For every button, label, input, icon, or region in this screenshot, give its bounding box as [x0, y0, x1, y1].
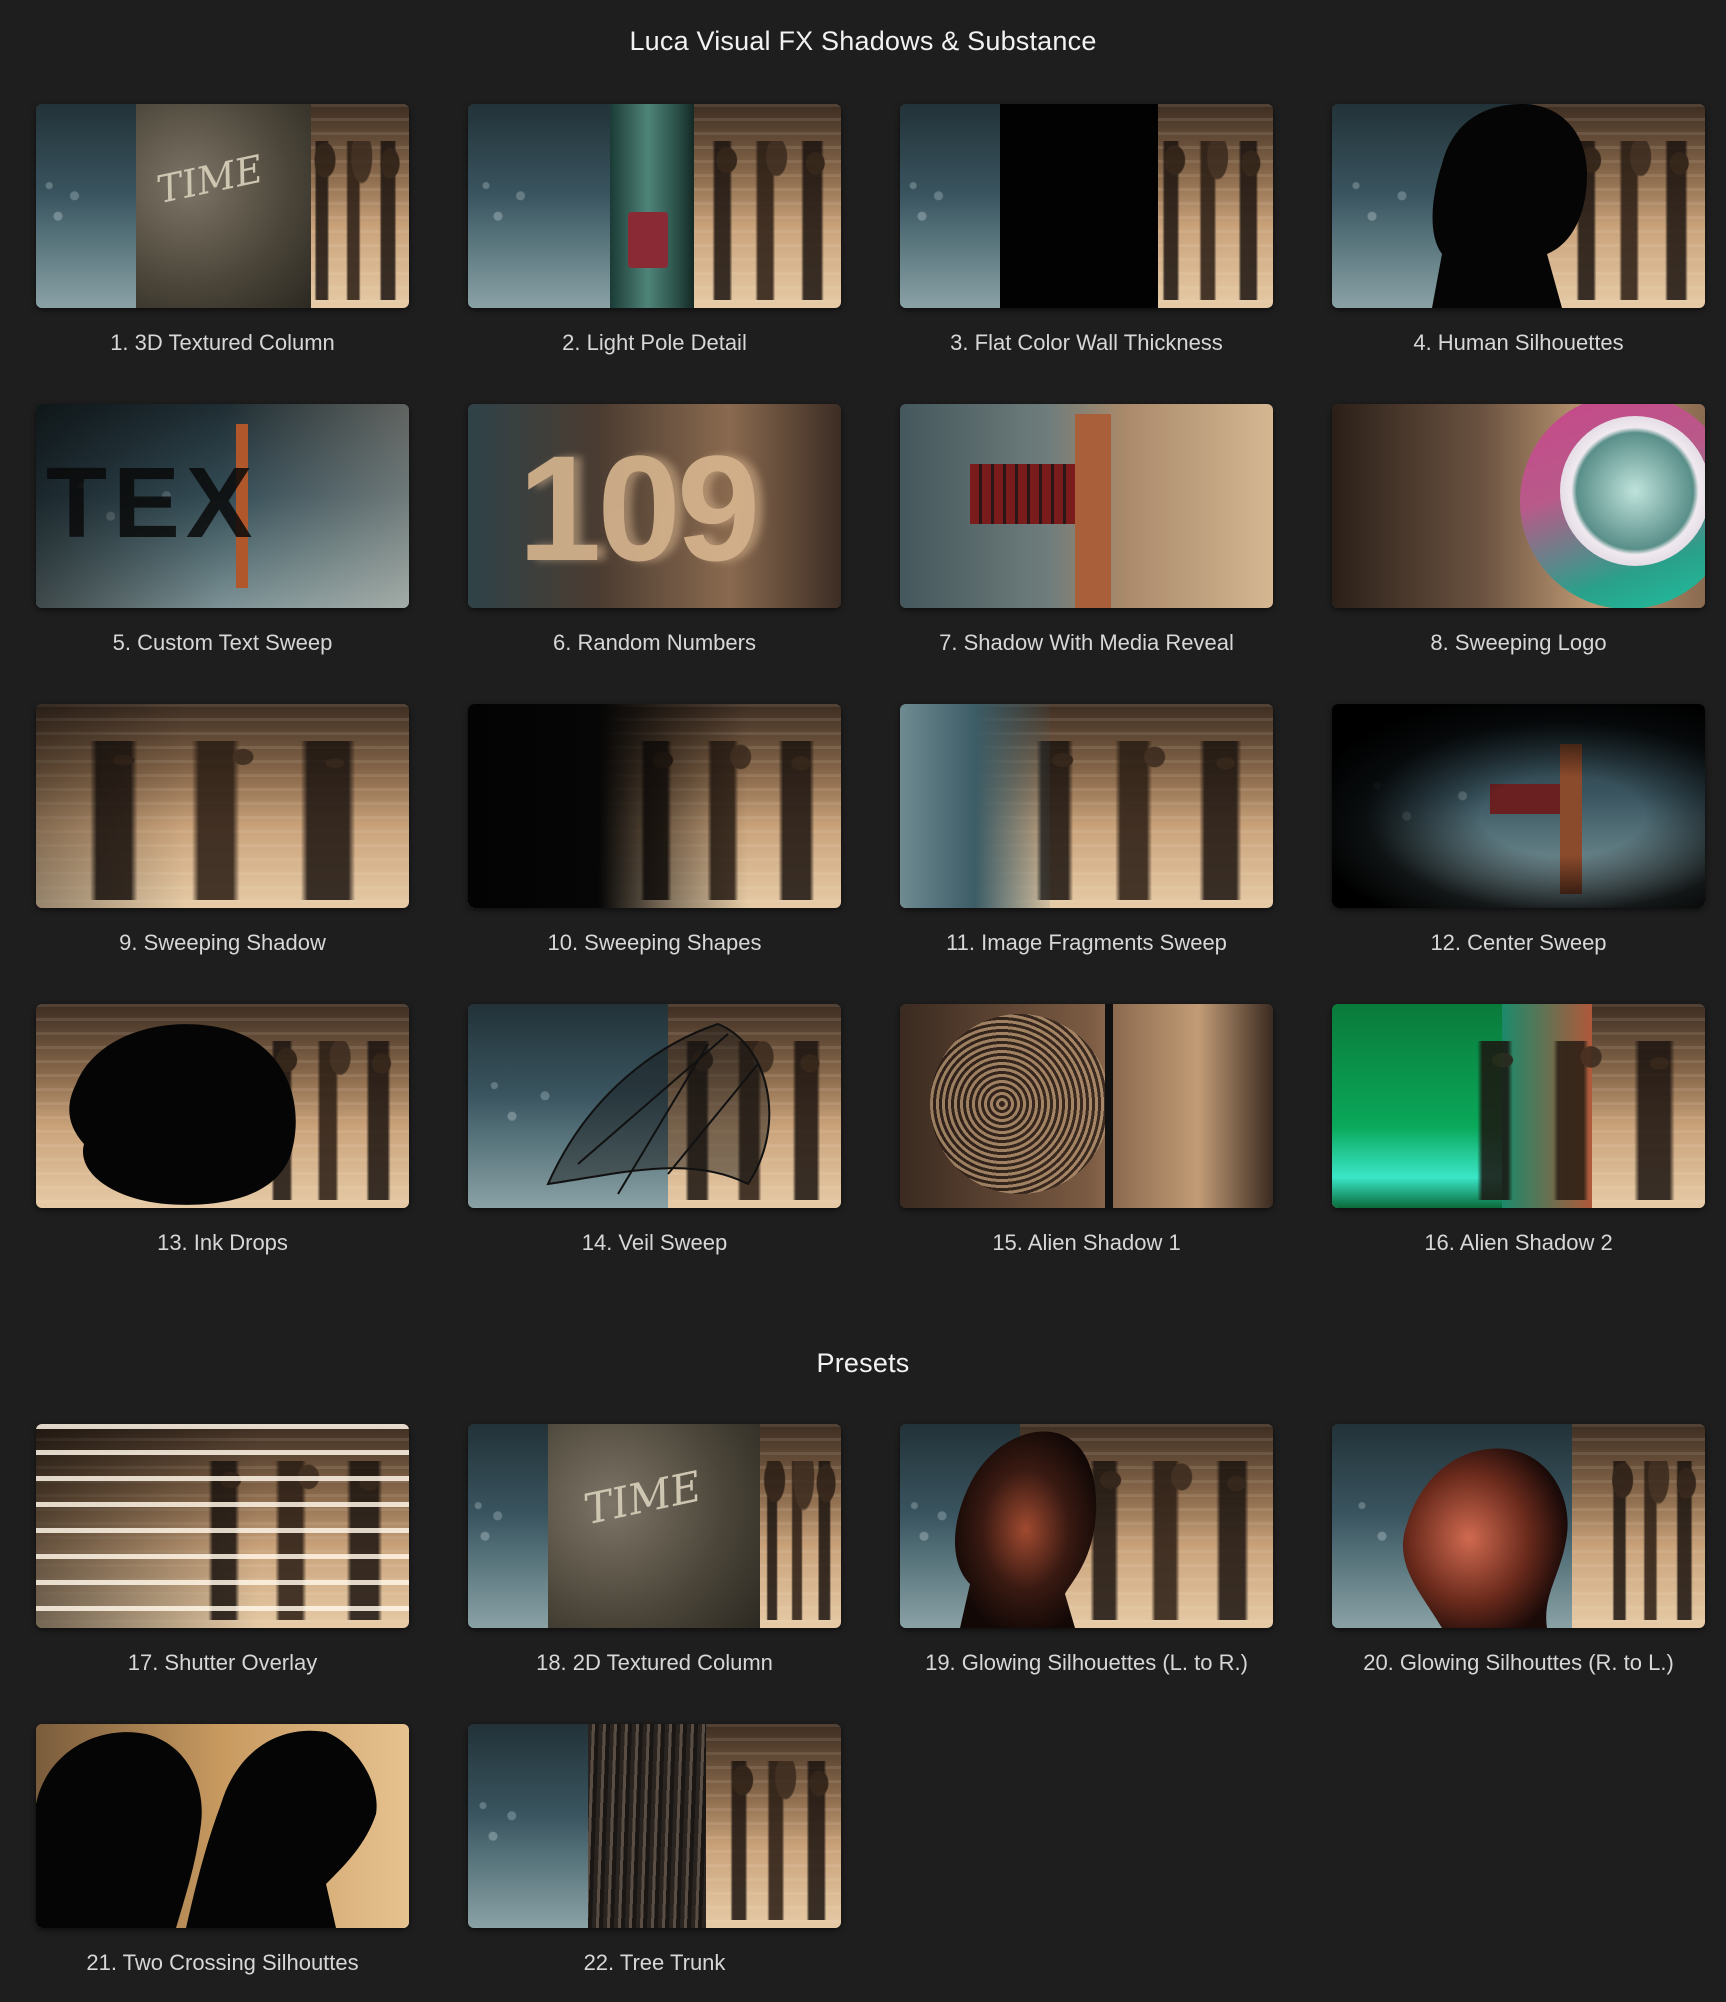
effect-thumbnail [1332, 104, 1705, 308]
sweep-overlay-text: TEX [46, 447, 259, 559]
effect-tile-veil-sweep[interactable]: 14. Veil Sweep [468, 1004, 841, 1255]
glowing-silhouette-shape [1402, 1448, 1568, 1628]
effect-label: 6. Random Numbers [553, 630, 756, 655]
effect-tile-random-numbers[interactable]: 109 6. Random Numbers [468, 404, 841, 655]
crossing-silhouettes-shape [36, 1730, 377, 1928]
effect-label: 11. Image Fragments Sweep [946, 930, 1227, 955]
effect-label: 20. Glowing Silhouttes (R. to L.) [1363, 1650, 1674, 1675]
effect-thumbnail: TEX [36, 404, 409, 608]
effect-tile-custom-text-sweep[interactable]: TEX 5. Custom Text Sweep [36, 404, 409, 655]
effect-label: 14. Veil Sweep [581, 1230, 728, 1255]
effect-thumbnail [900, 404, 1273, 608]
effect-thumbnail [468, 104, 841, 308]
effect-tile-ink-drops[interactable]: 13. Ink Drops [36, 1004, 409, 1255]
effect-tile-human-silhouettes[interactable]: 4. Human Silhouettes [1332, 104, 1705, 355]
effect-tile-light-pole-detail[interactable]: 2. Light Pole Detail [468, 104, 841, 355]
effect-label: 22. Tree Trunk [583, 1950, 726, 1975]
silhouette-shape [1432, 104, 1587, 308]
tree-trunk-icon [588, 1724, 706, 1928]
presets-section-title: Presets [816, 1348, 910, 1378]
effect-tile-sweeping-shapes[interactable]: 10. Sweeping Shapes [468, 704, 841, 955]
effect-tile-flat-color-wall-thickness[interactable]: 3. Flat Color Wall Thickness [900, 104, 1273, 355]
effect-thumbnail [36, 1424, 409, 1628]
effect-thumbnail [900, 1424, 1273, 1628]
ink-shape [69, 1024, 296, 1205]
preset-tile-two-crossing-silhouttes[interactable]: 21. Two Crossing Silhouttes [36, 1724, 409, 1975]
effect-tile-sweeping-shadow[interactable]: 9. Sweeping Shadow [36, 704, 409, 955]
effect-thumbnail [1332, 1004, 1705, 1208]
preset-tile-tree-trunk[interactable]: 22. Tree Trunk [468, 1724, 841, 1975]
effect-label: 16. Alien Shadow 2 [1424, 1230, 1613, 1255]
effect-thumbnail [468, 704, 841, 908]
effect-thumbnail [468, 1004, 841, 1208]
effect-label: 21. Two Crossing Silhouttes [86, 1950, 359, 1975]
effect-label: 10. Sweeping Shapes [547, 930, 762, 955]
effect-thumbnail [36, 1004, 409, 1208]
effect-thumbnail [1332, 704, 1705, 908]
effect-label: 12. Center Sweep [1430, 930, 1607, 955]
effect-thumbnail: TIME [36, 104, 409, 308]
glowing-silhouette-shape [955, 1431, 1097, 1628]
effect-label: 13. Ink Drops [157, 1230, 288, 1255]
effect-label: 18. 2D Textured Column [536, 1650, 773, 1675]
effect-label: 2. Light Pole Detail [562, 330, 747, 355]
preset-tile-shutter-overlay[interactable]: 17. Shutter Overlay [36, 1424, 409, 1675]
effect-thumbnail: TIME [468, 1424, 841, 1628]
effect-tile-3d-textured-column[interactable]: TIME 1. 3D Textured Column [36, 104, 409, 355]
effect-label: 15. Alien Shadow 1 [992, 1230, 1181, 1255]
effect-thumbnail: 109 [468, 404, 841, 608]
effect-label: 9. Sweeping Shadow [119, 930, 326, 955]
effect-thumbnail [1332, 1424, 1705, 1628]
preset-tile-glowing-silhouettes-l-to-r[interactable]: 19. Glowing Silhouettes (L. to R.) [900, 1424, 1273, 1675]
effect-thumbnail [36, 1724, 409, 1928]
effect-tile-sweeping-logo[interactable]: 8. Sweeping Logo [1332, 404, 1705, 655]
preset-tile-glowing-silhouettes-r-to-l[interactable]: 20. Glowing Silhouttes (R. to L.) [1332, 1424, 1705, 1675]
effect-label: 3. Flat Color Wall Thickness [950, 330, 1223, 355]
effect-label: 7. Shadow With Media Reveal [939, 630, 1234, 655]
effect-thumbnail [36, 704, 409, 908]
veil-shape [546, 1022, 771, 1195]
effect-label: 17. Shutter Overlay [127, 1650, 318, 1675]
effect-label: 4. Human Silhouettes [1413, 330, 1624, 355]
effect-thumbnail [1332, 404, 1705, 608]
effect-tile-alien-shadow-1[interactable]: 15. Alien Shadow 1 [900, 1004, 1273, 1255]
effect-thumbnail [900, 704, 1273, 908]
effect-thumbnail [900, 1004, 1273, 1208]
number-overlay-text: 109 [518, 424, 760, 592]
effect-tile-alien-shadow-2[interactable]: 16. Alien Shadow 2 [1332, 1004, 1705, 1255]
effect-thumbnail [900, 104, 1273, 308]
effect-label: 19. Glowing Silhouettes (L. to R.) [925, 1650, 1248, 1675]
effect-tile-center-sweep[interactable]: 12. Center Sweep [1332, 704, 1705, 955]
effect-label: 5. Custom Text Sweep [112, 630, 333, 655]
effect-tile-image-fragments-sweep[interactable]: 11. Image Fragments Sweep [900, 704, 1273, 955]
effect-label: 8. Sweeping Logo [1430, 630, 1607, 655]
page-title: Luca Visual FX Shadows & Substance [629, 26, 1097, 56]
effect-tile-shadow-with-media-reveal[interactable]: 7. Shadow With Media Reveal [900, 404, 1273, 655]
effect-thumbnail [468, 1724, 841, 1928]
preset-tile-2d-textured-column[interactable]: TIME 18. 2D Textured Column [468, 1424, 841, 1675]
effect-label: 1. 3D Textured Column [110, 330, 335, 355]
